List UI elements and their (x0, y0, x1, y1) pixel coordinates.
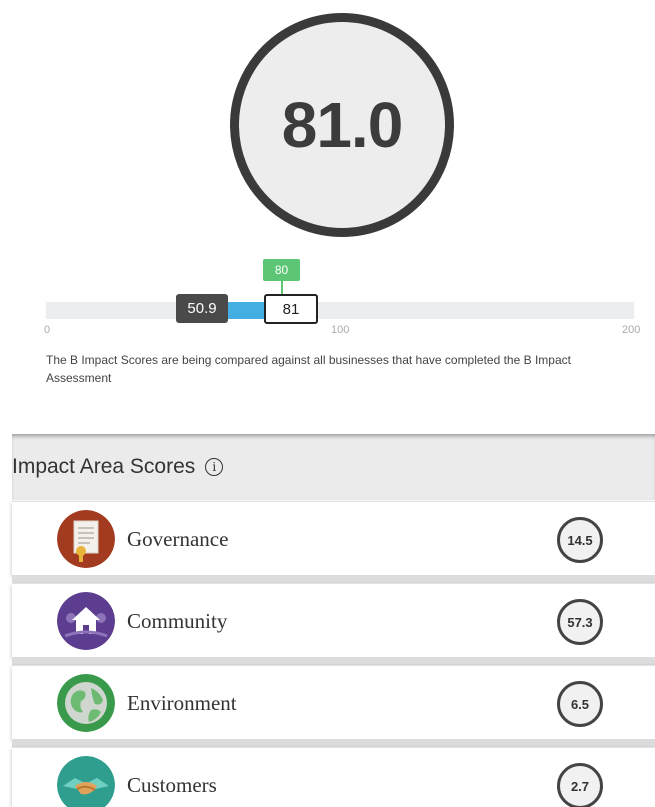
previous-score-marker: 80 (263, 259, 300, 281)
impact-area-title: Impact Area Scores (12, 455, 196, 478)
axis-tick-mid: 100 (331, 324, 350, 336)
impact-area-row-environment[interactable]: Environment 6.5 (12, 665, 655, 739)
row-divider (12, 575, 655, 583)
community-score: 57.3 (557, 599, 603, 645)
customers-score: 2.7 (557, 763, 603, 807)
environment-icon (57, 674, 115, 732)
community-icon (57, 592, 115, 650)
info-icon[interactable]: i (205, 458, 224, 476)
governance-label: Governance (127, 526, 229, 551)
median-score-marker: 50.9 (176, 294, 228, 323)
row-divider (12, 657, 655, 665)
overall-score-value: 81.0 (281, 89, 404, 161)
environment-label: Environment (127, 690, 237, 715)
overall-score-circle: 81.0 (230, 13, 454, 237)
impact-score-page: 81.0 80 50.9 81 0 100 200 The B Impact S… (0, 0, 655, 807)
axis-tick-max: 200 (622, 324, 641, 336)
community-label: Community (127, 608, 228, 633)
governance-icon (57, 510, 115, 568)
company-score-marker: 81 (264, 294, 318, 324)
impact-area-row-community[interactable]: Community 57.3 (12, 583, 655, 657)
governance-score: 14.5 (557, 517, 603, 563)
environment-score: 6.5 (557, 681, 603, 727)
row-divider (12, 739, 655, 747)
comparison-note: The B Impact Scores are being compared a… (46, 353, 571, 385)
customers-label: Customers (127, 772, 217, 797)
impact-area-row-customers[interactable]: Customers 2.7 (12, 747, 655, 807)
axis-tick-min: 0 (44, 324, 51, 336)
comparison-bar-track (46, 302, 634, 319)
impact-area-header: Impact Area Scores i (12, 434, 655, 500)
impact-area-row-governance[interactable]: Governance 14.5 (12, 501, 655, 575)
customers-icon (57, 756, 115, 807)
previous-score-stem (281, 281, 283, 294)
